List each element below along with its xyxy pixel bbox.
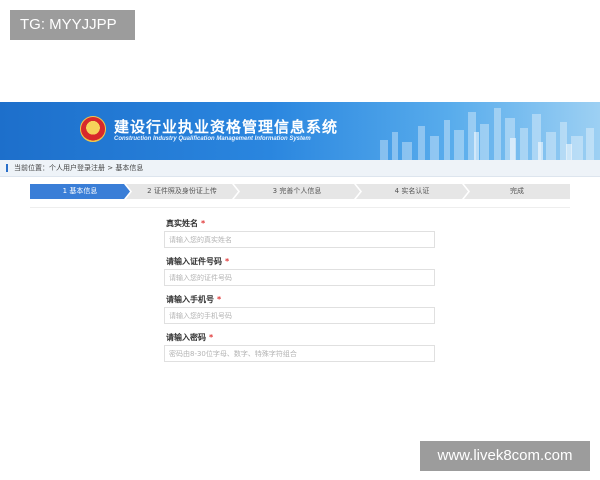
- watermark-bottom: www.livek8com.com: [420, 441, 590, 471]
- required-mark: *: [201, 219, 206, 228]
- breadcrumb: 当前位置：个人用户登录注册 > 基本信息: [0, 160, 600, 177]
- phone-label: 请输入手机号 *: [166, 295, 222, 304]
- password-label: 请输入密码 *: [166, 333, 214, 342]
- phone-input[interactable]: [164, 307, 435, 324]
- city-skyline-icon: [380, 108, 594, 160]
- national-emblem-icon: [80, 116, 106, 142]
- breadcrumb-text: 当前位置：个人用户登录注册 > 基本信息: [14, 164, 144, 172]
- step-photo-upload: 2 证件照及身份证上传: [126, 184, 238, 199]
- step-basic-info: 1 基本信息: [30, 184, 130, 199]
- id-number-label: 请输入证件号码 *: [166, 257, 230, 266]
- section-divider: [30, 207, 570, 208]
- real-name-input[interactable]: [164, 231, 435, 248]
- watermark-top: TG: MYYJJPP: [10, 10, 135, 40]
- password-input[interactable]: [164, 345, 435, 362]
- real-name-label: 真实姓名 *: [166, 219, 206, 228]
- step-personal-info: 3 完善个人信息: [234, 184, 360, 199]
- required-mark: *: [217, 295, 222, 304]
- step-real-name-auth: 4 实名认证: [356, 184, 468, 199]
- required-mark: *: [225, 257, 230, 266]
- id-number-input[interactable]: [164, 269, 435, 286]
- system-title: 建设行业执业资格管理信息系统: [114, 118, 339, 136]
- step-complete: 完成: [464, 184, 570, 199]
- system-subtitle: Construction Industry Qualification Mana…: [114, 136, 311, 142]
- required-mark: *: [209, 333, 214, 342]
- breadcrumb-marker-icon: [6, 164, 8, 172]
- registration-steps: 1 基本信息 2 证件照及身份证上传 3 完善个人信息 4 实名认证 完成: [30, 184, 570, 199]
